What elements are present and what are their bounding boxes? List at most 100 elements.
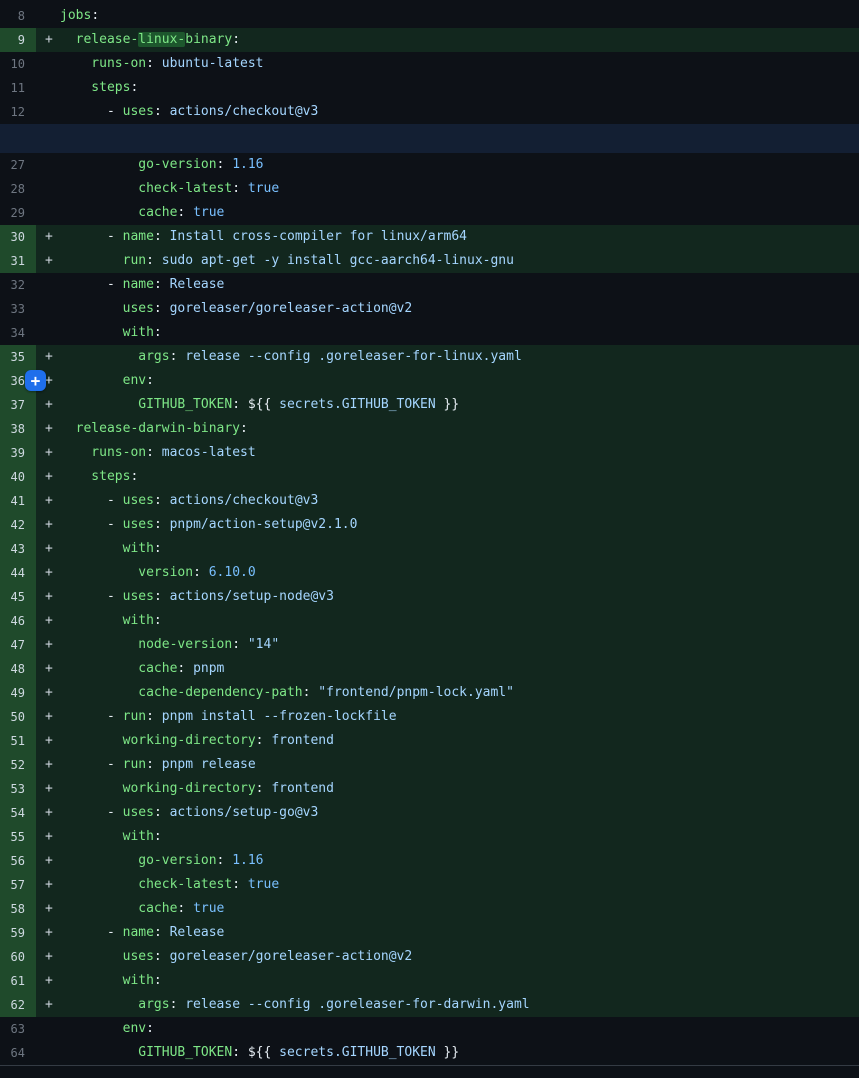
line-number[interactable]: 44 bbox=[0, 561, 36, 585]
diff-line: 8jobs: bbox=[0, 4, 859, 28]
code-token: binary bbox=[185, 32, 232, 47]
line-number[interactable]: 52 bbox=[0, 753, 36, 777]
code-line: - name: Release bbox=[60, 273, 859, 297]
expand-hunk-band[interactable] bbox=[0, 124, 859, 153]
code-token: true bbox=[193, 901, 224, 916]
line-number[interactable]: 40 bbox=[0, 465, 36, 489]
code-token: name bbox=[123, 277, 154, 292]
line-number[interactable]: 55 bbox=[0, 825, 36, 849]
line-number[interactable]: 61 bbox=[0, 969, 36, 993]
line-number[interactable]: 54 bbox=[0, 801, 36, 825]
line-number[interactable]: 35 bbox=[0, 345, 36, 369]
line-number[interactable]: 51 bbox=[0, 729, 36, 753]
code-token: : bbox=[232, 877, 248, 892]
line-number[interactable]: 49 bbox=[0, 681, 36, 705]
code-token: working-directory bbox=[60, 781, 256, 796]
diff-add-marker bbox=[36, 297, 60, 321]
line-number[interactable]: 64 bbox=[0, 1041, 36, 1065]
line-number[interactable]: 59 bbox=[0, 921, 36, 945]
code-token: args bbox=[60, 997, 170, 1012]
line-number[interactable]: 27 bbox=[0, 153, 36, 177]
line-number[interactable]: 30 bbox=[0, 225, 36, 249]
diff-line: 27 go-version: 1.16 bbox=[0, 153, 859, 177]
add-comment-button[interactable]: + bbox=[25, 370, 46, 391]
code-token: : bbox=[146, 373, 154, 388]
line-number[interactable]: 63 bbox=[0, 1017, 36, 1041]
line-number[interactable]: 9 bbox=[0, 28, 36, 52]
code-token: cache bbox=[60, 205, 177, 220]
line-number[interactable]: 12 bbox=[0, 100, 36, 124]
line-number[interactable]: 48 bbox=[0, 657, 36, 681]
code-line: with: bbox=[60, 609, 859, 633]
line-number[interactable]: 62 bbox=[0, 993, 36, 1017]
line-number[interactable]: 38 bbox=[0, 417, 36, 441]
line-number[interactable]: 42 bbox=[0, 513, 36, 537]
code-token: uses bbox=[60, 301, 154, 316]
code-line: - uses: pnpm/action-setup@v2.1.0 bbox=[60, 513, 859, 537]
diff-line: 59+ - name: Release bbox=[0, 921, 859, 945]
line-number[interactable]: 37 bbox=[0, 393, 36, 417]
code-token: : bbox=[146, 253, 162, 268]
line-number[interactable]: 50 bbox=[0, 705, 36, 729]
code-token: - bbox=[60, 757, 123, 772]
code-token: cache bbox=[60, 901, 177, 916]
code-token: runs-on bbox=[60, 445, 146, 460]
diff-line: 33 uses: goreleaser/goreleaser-action@v2 bbox=[0, 297, 859, 321]
code-token: true bbox=[193, 205, 224, 220]
diff-add-marker bbox=[36, 321, 60, 345]
line-number[interactable]: 34 bbox=[0, 321, 36, 345]
diff-add-marker: + bbox=[36, 825, 60, 849]
line-number[interactable]: 43 bbox=[0, 537, 36, 561]
code-token: : bbox=[154, 973, 162, 988]
line-number[interactable]: 57 bbox=[0, 873, 36, 897]
code-token: : bbox=[146, 757, 162, 772]
code-token: name bbox=[123, 229, 154, 244]
line-number[interactable]: 11 bbox=[0, 76, 36, 100]
code-token: : bbox=[146, 445, 162, 460]
code-token: with bbox=[60, 973, 154, 988]
diff-add-marker: + bbox=[36, 729, 60, 753]
line-number[interactable]: 31 bbox=[0, 249, 36, 273]
code-token: actions/setup-node@v3 bbox=[170, 589, 334, 604]
line-number[interactable]: 47 bbox=[0, 633, 36, 657]
line-number[interactable]: 60 bbox=[0, 945, 36, 969]
code-token: : bbox=[232, 637, 248, 652]
line-number[interactable]: 29 bbox=[0, 201, 36, 225]
diff-add-marker: + bbox=[36, 417, 60, 441]
code-line: working-directory: frontend bbox=[60, 729, 859, 753]
code-token: run bbox=[123, 757, 146, 772]
code-token: release --config .goreleaser-for-linux.y… bbox=[185, 349, 522, 364]
code-token: actions/setup-go@v3 bbox=[170, 805, 319, 820]
line-number[interactable]: 32 bbox=[0, 273, 36, 297]
line-number[interactable]: 58 bbox=[0, 897, 36, 921]
code-token: 1.16 bbox=[232, 853, 263, 868]
code-line: cache: true bbox=[60, 897, 859, 921]
diff-line: 48+ cache: pnpm bbox=[0, 657, 859, 681]
diff-line: 12 - uses: actions/checkout@v3 bbox=[0, 100, 859, 124]
line-number[interactable]: 8 bbox=[0, 4, 36, 28]
line-number[interactable]: 53 bbox=[0, 777, 36, 801]
diff-add-marker: + bbox=[36, 945, 60, 969]
line-number[interactable]: 39 bbox=[0, 441, 36, 465]
code-token: - bbox=[60, 493, 123, 508]
code-line: check-latest: true bbox=[60, 873, 859, 897]
diff-add-marker: + bbox=[36, 489, 60, 513]
line-number[interactable]: 45 bbox=[0, 585, 36, 609]
line-number[interactable]: 46 bbox=[0, 609, 36, 633]
line-number[interactable]: 28 bbox=[0, 177, 36, 201]
code-token: name bbox=[123, 925, 154, 940]
line-number[interactable]: 10 bbox=[0, 52, 36, 76]
line-number[interactable]: 33 bbox=[0, 297, 36, 321]
line-number[interactable]: 41 bbox=[0, 489, 36, 513]
code-line: go-version: 1.16 bbox=[60, 153, 859, 177]
code-token: release --config .goreleaser-for-darwin.… bbox=[185, 997, 529, 1012]
diff-line: 29 cache: true bbox=[0, 201, 859, 225]
code-token: GITHUB_TOKEN bbox=[60, 397, 232, 412]
diff-line: 64 GITHUB_TOKEN: ${{ secrets.GITHUB_TOKE… bbox=[0, 1041, 859, 1065]
diff-add-marker: + bbox=[36, 705, 60, 729]
code-line: release-linux-binary: bbox=[60, 28, 859, 52]
code-token: sudo apt-get -y install gcc-aarch64-linu… bbox=[162, 253, 514, 268]
code-line: node-version: "14" bbox=[60, 633, 859, 657]
line-number[interactable]: 56 bbox=[0, 849, 36, 873]
code-token: node-version bbox=[60, 637, 232, 652]
